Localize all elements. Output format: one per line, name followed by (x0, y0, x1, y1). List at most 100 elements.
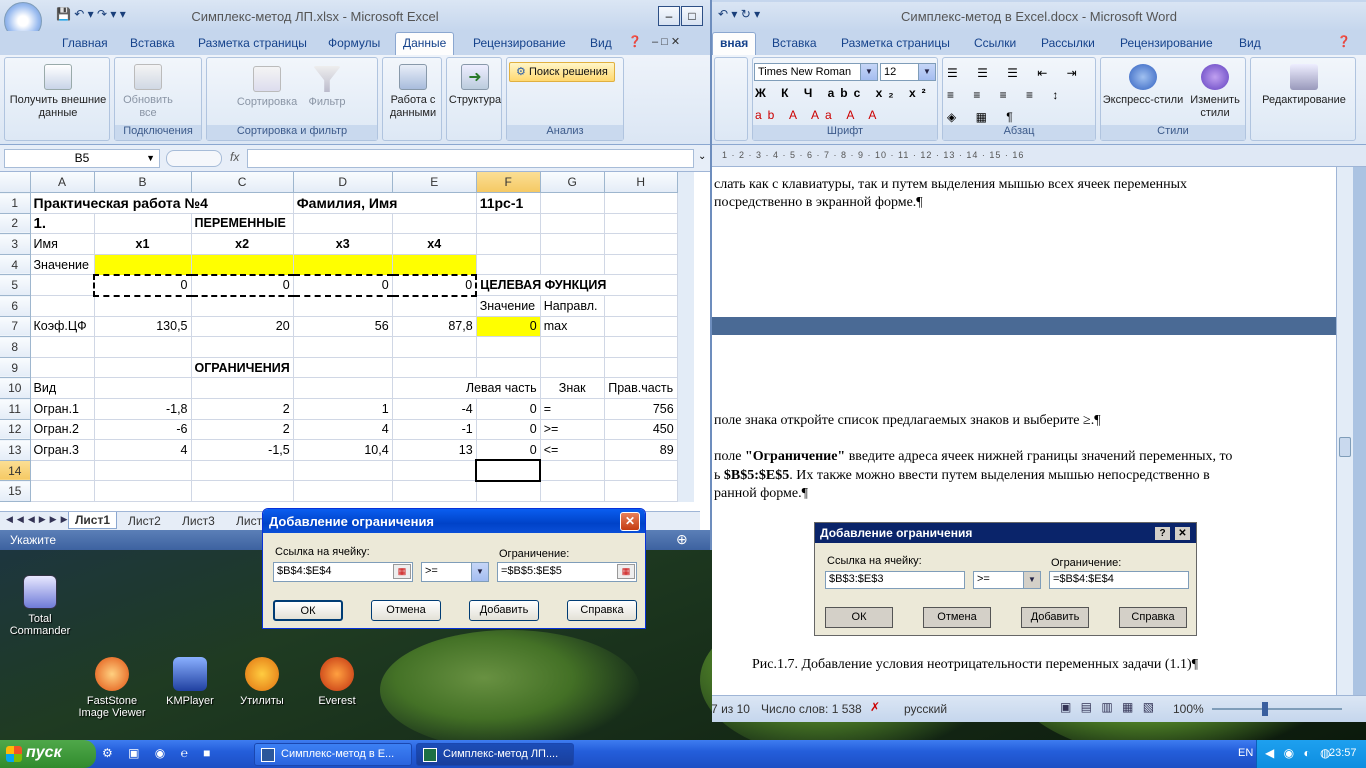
cell[interactable] (476, 233, 541, 255)
cell[interactable] (476, 357, 541, 379)
row-header[interactable]: 10 (0, 377, 31, 400)
zoom-slider-thumb[interactable] (1262, 702, 1268, 716)
cell[interactable] (392, 357, 477, 379)
cell[interactable] (604, 213, 678, 235)
cell[interactable]: >= (540, 419, 605, 441)
cell[interactable] (604, 254, 678, 276)
cell[interactable]: Прав.часть (604, 377, 678, 400)
zoom-level[interactable]: 100% (1173, 702, 1204, 716)
word-tab-references[interactable]: Ссылки (974, 36, 1016, 50)
cell[interactable]: -6 (94, 419, 192, 441)
chevron-down-icon[interactable]: ▼ (471, 563, 488, 581)
row-header[interactable]: 12 (0, 419, 31, 441)
constraint-input[interactable]: =$B$5:$E$5 ▦ (497, 562, 637, 582)
cell[interactable]: 0 (476, 398, 541, 420)
help-icon[interactable]: ❓ (1337, 35, 1351, 48)
cell[interactable]: 13 (392, 439, 477, 461)
cell[interactable]: 89 (604, 439, 678, 461)
cell[interactable] (293, 480, 393, 502)
tab-review[interactable]: Рецензирование (473, 36, 566, 50)
row-header[interactable]: 7 (0, 316, 31, 338)
cell[interactable]: x2 (191, 233, 294, 255)
cell[interactable] (392, 254, 477, 276)
tab-view[interactable]: Вид (590, 36, 612, 50)
cell[interactable] (392, 336, 477, 358)
cell[interactable] (94, 357, 192, 379)
column-header[interactable]: G (540, 172, 605, 194)
cell[interactable]: = (540, 398, 605, 420)
cell[interactable]: 0 (476, 316, 541, 338)
cell[interactable] (604, 316, 678, 338)
cell[interactable]: 0 (476, 419, 541, 441)
taskbar-item-word[interactable]: Симплекс-метод в E... (254, 743, 412, 766)
cell[interactable]: 0 (476, 439, 541, 461)
cell[interactable]: -1,5 (191, 439, 294, 461)
word-tab-insert[interactable]: Вставка (772, 36, 817, 50)
quick-styles-button[interactable]: Экспресс-стили (1101, 64, 1185, 107)
language[interactable]: русский (904, 702, 947, 716)
cell[interactable]: <= (540, 439, 605, 461)
cell[interactable] (94, 295, 192, 317)
select-all-corner[interactable] (0, 172, 31, 194)
cell[interactable]: 4 (94, 439, 192, 461)
maximize-button[interactable]: □ (681, 6, 703, 26)
minimize-button[interactable]: – (658, 6, 680, 26)
fx-icon[interactable]: fx (230, 150, 239, 164)
cell[interactable]: 450 (604, 419, 678, 441)
cell[interactable] (191, 480, 294, 502)
refresh-all-button[interactable]: Обновить все (115, 64, 181, 120)
row-header[interactable]: 2 (0, 213, 31, 235)
cell[interactable]: Значение (476, 295, 541, 317)
cell[interactable]: Левая часть (392, 377, 541, 400)
cell[interactable] (30, 274, 95, 297)
sheet-tab[interactable]: Лист (236, 514, 262, 528)
row-header[interactable]: 6 (0, 295, 31, 317)
cell[interactable]: x3 (293, 233, 393, 255)
cell[interactable]: Фамилия, Имя (293, 192, 477, 214)
list-icons[interactable]: ☰ ☰ ☰ ⇤ ⇥ (947, 66, 1085, 80)
tab-data[interactable]: Данные (395, 32, 455, 55)
start-button[interactable]: пуск (0, 740, 96, 768)
row-header[interactable]: 14 (0, 460, 31, 482)
cell[interactable] (476, 254, 541, 276)
align-icons[interactable]: ≡ ≡ ≡ ≡ ↕ (947, 88, 1066, 102)
cell[interactable] (293, 254, 393, 276)
language-indicator[interactable]: EN (1238, 747, 1253, 759)
word-tab-mailings[interactable]: Рассылки (1041, 36, 1095, 50)
quick-launch-icons[interactable]: ⚙ ▣ ◉ ℮ ■ (102, 746, 216, 760)
spellcheck-icon[interactable]: ✗ (870, 700, 880, 714)
cell[interactable]: Огран.1 (30, 398, 95, 420)
cell[interactable] (540, 213, 605, 235)
cell[interactable] (540, 233, 605, 255)
expand-formula-icon[interactable]: ⌄ (698, 151, 706, 162)
data-tools-button[interactable]: Работа с данными (383, 64, 443, 120)
cell[interactable] (30, 480, 95, 502)
row-header[interactable]: 4 (0, 254, 31, 276)
cell[interactable]: Вид (30, 377, 95, 400)
cell[interactable] (604, 336, 678, 358)
cell[interactable]: 10,4 (293, 439, 393, 461)
cell[interactable] (30, 336, 95, 358)
column-header[interactable]: D (293, 172, 393, 194)
word-scrollbar[interactable] (1336, 167, 1353, 695)
cell[interactable]: Огран.2 (30, 419, 95, 441)
cell[interactable]: 2 (191, 398, 294, 420)
sheet-tab[interactable]: Лист2 (128, 514, 161, 528)
row-header[interactable]: 11 (0, 398, 31, 420)
sheet-tab[interactable]: Лист3 (182, 514, 215, 528)
active-cell[interactable] (475, 459, 542, 482)
cell[interactable]: 1 (293, 398, 393, 420)
zoom-slider[interactable] (1212, 708, 1342, 710)
cell[interactable] (604, 295, 678, 317)
range-picker-icon[interactable]: ▦ (393, 564, 411, 579)
cell[interactable]: max (540, 316, 605, 338)
cell[interactable] (604, 460, 678, 482)
cell[interactable] (392, 295, 477, 317)
scrollbar-thumb[interactable] (1339, 437, 1351, 457)
everest-icon[interactable]: Everest (297, 657, 377, 707)
cell[interactable]: x4 (392, 233, 477, 255)
cell[interactable] (30, 460, 95, 482)
cell[interactable] (604, 357, 678, 379)
cell[interactable]: 87,8 (392, 316, 477, 338)
cell[interactable]: Практическая работа №4 (30, 192, 294, 214)
